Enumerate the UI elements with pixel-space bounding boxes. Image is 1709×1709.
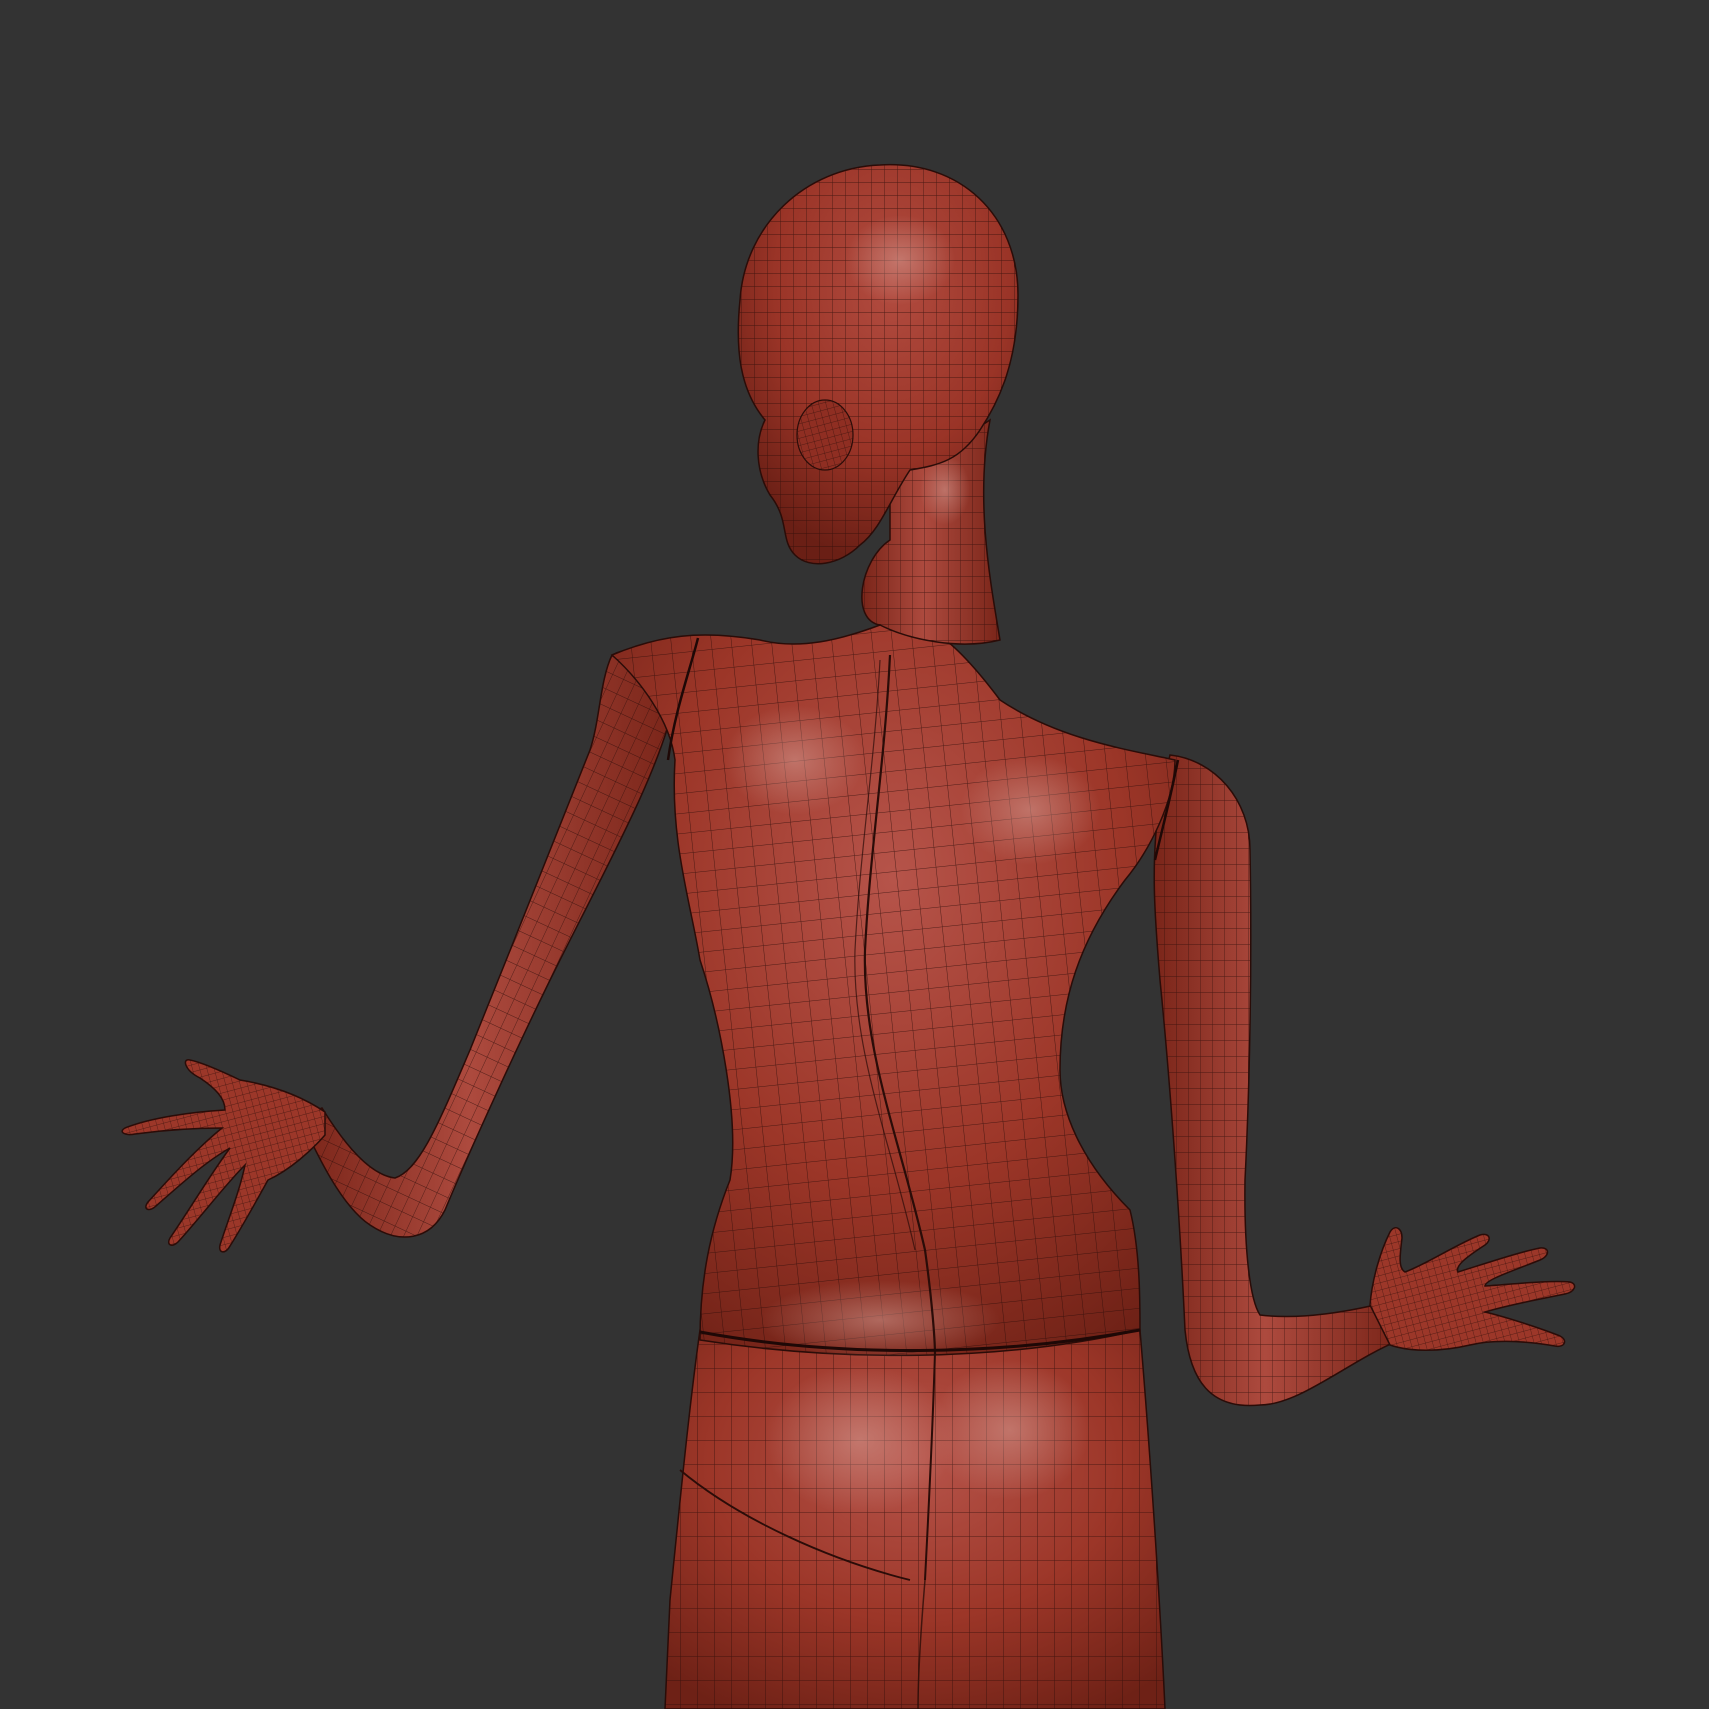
right-hand	[1369, 1227, 1576, 1351]
hips-and-legs	[664, 1329, 1166, 1709]
left-hand	[121, 1059, 326, 1253]
render-viewport	[0, 0, 1709, 1709]
right-arm	[1153, 754, 1401, 1407]
torso	[610, 620, 1180, 1360]
left-arm	[298, 649, 677, 1238]
mesh-figure	[121, 164, 1576, 1709]
